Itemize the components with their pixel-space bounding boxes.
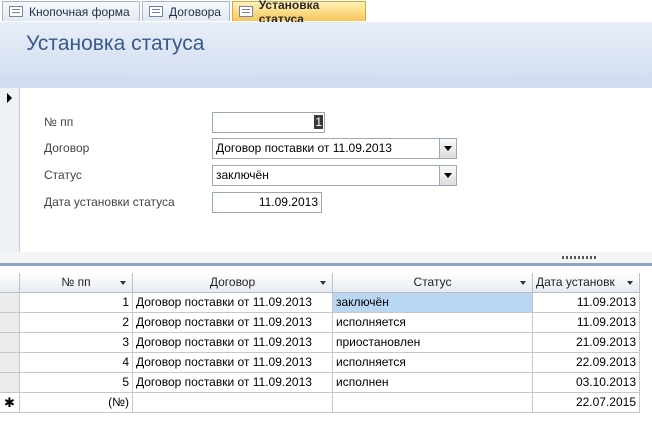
column-header-num[interactable]: № пп <box>20 273 133 293</box>
row-selector[interactable] <box>0 333 20 353</box>
split-form-divider[interactable] <box>0 252 652 266</box>
column-label: Договор <box>209 275 256 289</box>
row-selector[interactable] <box>0 293 20 313</box>
form-header: Установка статуса <box>0 22 652 88</box>
cell-status[interactable]: исполняется <box>333 313 533 333</box>
cell-num[interactable]: 3 <box>20 333 133 353</box>
column-header-contract[interactable]: Договор <box>133 273 333 293</box>
row-selector[interactable] <box>0 353 20 373</box>
form-icon <box>239 6 253 17</box>
tab-main-menu[interactable]: Кнопочная форма <box>2 1 140 21</box>
cell-contract[interactable]: Договор поставки от 11.09.2013 <box>133 353 333 373</box>
cell-contract[interactable]: Договор поставки от 11.09.2013 <box>133 293 333 313</box>
num-field[interactable]: 1 <box>212 112 325 133</box>
cell-contract[interactable]: Договор поставки от 11.09.2013 <box>133 373 333 393</box>
sort-dropdown-icon[interactable] <box>627 281 633 285</box>
column-label: Статус <box>413 275 452 289</box>
cell-status[interactable]: исполнен <box>333 373 533 393</box>
cell-num[interactable]: 1 <box>20 293 133 313</box>
tab-label: Кнопочная форма <box>29 4 130 19</box>
current-record-arrow-icon <box>7 93 12 103</box>
tab-contracts[interactable]: Договора <box>142 1 230 21</box>
new-record-icon[interactable]: ✱ <box>0 393 20 413</box>
tab-label: Договора <box>169 4 221 19</box>
cell-num[interactable]: 5 <box>20 373 133 393</box>
cell-date[interactable]: 21.09.2013 <box>533 333 640 353</box>
num-value: 1 <box>314 115 323 129</box>
cell-date[interactable]: 22.09.2013 <box>533 353 640 373</box>
chevron-down-icon[interactable] <box>439 139 456 158</box>
row-selector[interactable] <box>0 373 20 393</box>
cell-date[interactable]: 03.10.2013 <box>533 373 640 393</box>
select-all-corner[interactable] <box>0 273 20 293</box>
cell-status[interactable] <box>333 393 533 413</box>
date-value: 11.09.2013 <box>258 195 318 209</box>
cell-num[interactable]: (№) <box>20 393 133 413</box>
form-icon <box>149 6 163 17</box>
contract-label: Договор <box>44 141 90 155</box>
cell-status[interactable]: исполняется <box>333 353 533 373</box>
row-selector[interactable] <box>0 313 20 333</box>
cell-date[interactable]: 11.09.2013 <box>533 293 640 313</box>
column-header-date[interactable]: Дата установк <box>533 273 640 293</box>
cell-num[interactable]: 2 <box>20 313 133 333</box>
sort-dropdown-icon[interactable] <box>320 281 326 285</box>
record-selector[interactable] <box>0 88 20 252</box>
column-header-status[interactable]: Статус <box>333 273 533 293</box>
status-combobox[interactable]: заключён <box>212 165 457 186</box>
sort-dropdown-icon[interactable] <box>520 281 526 285</box>
cell-contract[interactable]: Договор поставки от 11.09.2013 <box>133 333 333 353</box>
document-tab-bar: Кнопочная форма Договора Установка стату… <box>0 0 652 26</box>
page-title: Установка статуса <box>26 32 205 55</box>
cell-contract[interactable]: Договор поставки от 11.09.2013 <box>133 313 333 333</box>
sort-dropdown-icon[interactable] <box>120 281 126 285</box>
tab-set-status[interactable]: Установка статуса <box>232 0 366 26</box>
cell-status[interactable]: заключён <box>333 293 533 313</box>
contract-combobox[interactable]: Договор поставки от 11.09.2013 <box>212 138 457 159</box>
column-label: Дата установк <box>536 275 615 289</box>
cell-num[interactable]: 4 <box>20 353 133 373</box>
status-label: Статус <box>44 168 82 182</box>
contract-value: Договор поставки от 11.09.2013 <box>216 141 392 155</box>
column-label: № пп <box>61 275 91 289</box>
num-label: № пп <box>44 115 74 129</box>
cell-date[interactable]: 22.07.2015 <box>533 393 640 413</box>
status-value: заключён <box>216 168 269 182</box>
resize-grip-icon[interactable] <box>562 256 596 259</box>
form-icon <box>9 6 23 17</box>
cell-date[interactable]: 11.09.2013 <box>533 313 640 333</box>
cell-contract[interactable] <box>133 393 333 413</box>
date-field[interactable]: 11.09.2013 <box>212 192 322 213</box>
cell-status[interactable]: приостановлен <box>333 333 533 353</box>
date-label: Дата установки статуса <box>44 195 175 209</box>
chevron-down-icon[interactable] <box>439 166 456 185</box>
